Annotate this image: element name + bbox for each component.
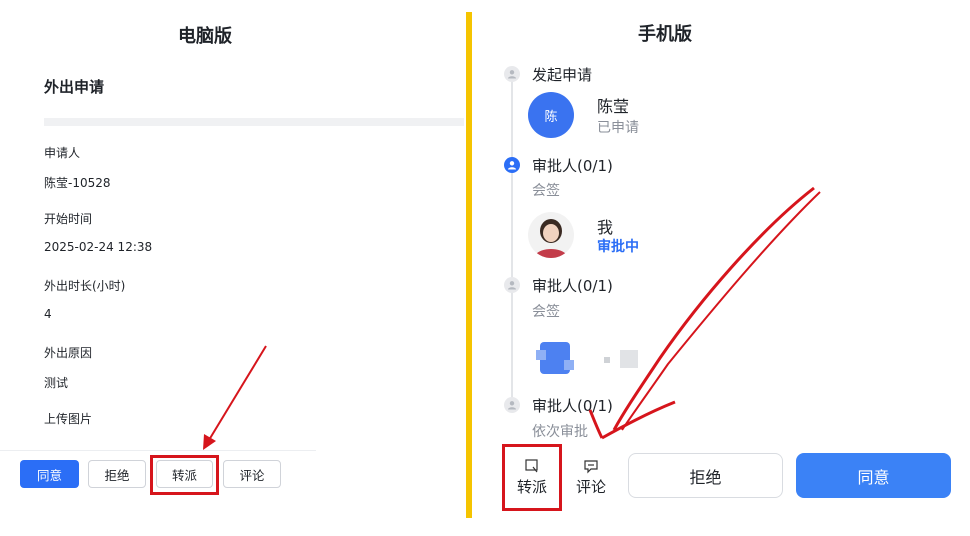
red-arrow-annotation <box>588 186 821 440</box>
